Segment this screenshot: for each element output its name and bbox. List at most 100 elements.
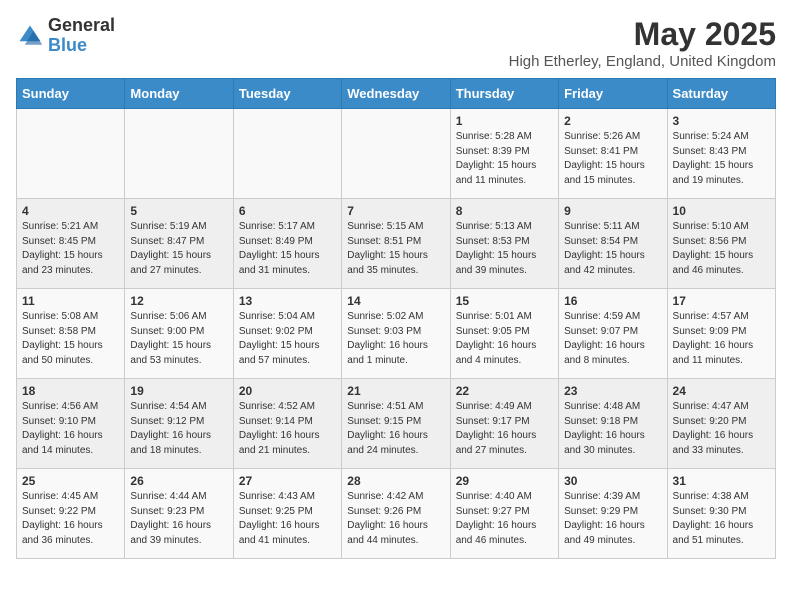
day-number: 13 <box>239 294 336 308</box>
calendar-cell: 5Sunrise: 5:19 AM Sunset: 8:47 PM Daylig… <box>125 199 233 289</box>
week-row-4: 25 Sunrise: 4:45 AM Sunset: 9:22 PM Dayli… <box>17 469 776 559</box>
calendar-cell: 21 Sunrise: 4:51 AM Sunset: 9:15 PM Dayli… <box>342 379 450 469</box>
calendar-cell: 3Sunrise: 5:24 AM Sunset: 8:43 PM Daylig… <box>667 109 775 199</box>
calendar-cell: 18 Sunrise: 4:56 AM Sunset: 9:10 PM Dayli… <box>17 379 125 469</box>
header-thursday: Thursday <box>450 79 558 109</box>
day-info: Sunrise: 4:51 AM Sunset: 9:15 PM Dayligh… <box>347 400 444 458</box>
calendar-cell: 17Sunrise: 4:57 AM Sunset: 9:09 PM Dayli… <box>667 289 775 379</box>
logo-general: General <box>48 15 115 35</box>
day-info: Sunrise: 5:11 AM Sunset: 8:54 PM Dayligh… <box>564 220 661 278</box>
day-info: Sunrise: 5:01 AM Sunset: 9:05 PM Dayligh… <box>456 310 553 368</box>
logo-text: General Blue <box>48 16 115 56</box>
calendar-cell: 9 Sunrise: 5:11 AM Sunset: 8:54 PM Daylig… <box>559 199 667 289</box>
header-monday: Monday <box>125 79 233 109</box>
day-number: 24 <box>673 384 770 398</box>
week-row-3: 18 Sunrise: 4:56 AM Sunset: 9:10 PM Dayli… <box>17 379 776 469</box>
day-info: Sunrise: 4:56 AM Sunset: 9:10 PM Dayligh… <box>22 400 119 458</box>
day-info: Sunrise: 5:28 AM Sunset: 8:39 PM Dayligh… <box>456 130 553 188</box>
day-info: Sunrise: 5:06 AM Sunset: 9:00 PM Dayligh… <box>130 310 227 368</box>
day-info: Sunrise: 5:26 AM Sunset: 8:41 PM Dayligh… <box>564 130 661 188</box>
day-info: Sunrise: 5:08 AM Sunset: 8:58 PM Dayligh… <box>22 310 119 368</box>
calendar-cell: 30 Sunrise: 4:39 AM Sunset: 9:29 PM Dayli… <box>559 469 667 559</box>
logo-icon <box>16 22 44 50</box>
title-area: May 2025 High Etherley, England, United … <box>509 16 776 70</box>
day-number: 19 <box>130 384 227 398</box>
day-info: Sunrise: 5:04 AM Sunset: 9:02 PM Dayligh… <box>239 310 336 368</box>
day-number: 2 <box>564 114 661 128</box>
day-number: 21 <box>347 384 444 398</box>
day-number: 11 <box>22 294 119 308</box>
day-info: Sunrise: 4:45 AM Sunset: 9:22 PM Dayligh… <box>22 490 119 548</box>
header-wednesday: Wednesday <box>342 79 450 109</box>
day-number: 31 <box>673 474 770 488</box>
calendar-cell: 4Sunrise: 5:21 AM Sunset: 8:45 PM Daylig… <box>17 199 125 289</box>
day-info: Sunrise: 4:39 AM Sunset: 9:29 PM Dayligh… <box>564 490 661 548</box>
day-info: Sunrise: 5:02 AM Sunset: 9:03 PM Dayligh… <box>347 310 444 368</box>
day-info: Sunrise: 4:47 AM Sunset: 9:20 PM Dayligh… <box>673 400 770 458</box>
calendar-cell: 6Sunrise: 5:17 AM Sunset: 8:49 PM Daylig… <box>233 199 341 289</box>
day-info: Sunrise: 4:43 AM Sunset: 9:25 PM Dayligh… <box>239 490 336 548</box>
day-number: 6 <box>239 204 336 218</box>
day-info: Sunrise: 4:52 AM Sunset: 9:14 PM Dayligh… <box>239 400 336 458</box>
day-number: 18 <box>22 384 119 398</box>
day-number: 9 <box>564 204 661 218</box>
calendar-cell: 14 Sunrise: 5:02 AM Sunset: 9:03 PM Dayli… <box>342 289 450 379</box>
calendar-cell <box>342 109 450 199</box>
header-saturday: Saturday <box>667 79 775 109</box>
day-number: 29 <box>456 474 553 488</box>
day-info: Sunrise: 4:38 AM Sunset: 9:30 PM Dayligh… <box>673 490 770 548</box>
calendar-cell <box>125 109 233 199</box>
logo-blue: Blue <box>48 35 87 55</box>
calendar-cell: 11 Sunrise: 5:08 AM Sunset: 8:58 PM Dayli… <box>17 289 125 379</box>
day-number: 27 <box>239 474 336 488</box>
calendar-cell: 29 Sunrise: 4:40 AM Sunset: 9:27 PM Dayli… <box>450 469 558 559</box>
day-number: 30 <box>564 474 661 488</box>
calendar-table: SundayMondayTuesdayWednesdayThursdayFrid… <box>16 78 776 559</box>
day-number: 10 <box>673 204 770 218</box>
calendar-cell <box>17 109 125 199</box>
calendar-cell: 23Sunrise: 4:48 AM Sunset: 9:18 PM Dayli… <box>559 379 667 469</box>
calendar-cell: 20 Sunrise: 4:52 AM Sunset: 9:14 PM Dayli… <box>233 379 341 469</box>
week-row-2: 11 Sunrise: 5:08 AM Sunset: 8:58 PM Dayli… <box>17 289 776 379</box>
week-row-1: 4Sunrise: 5:21 AM Sunset: 8:45 PM Daylig… <box>17 199 776 289</box>
day-info: Sunrise: 4:57 AM Sunset: 9:09 PM Dayligh… <box>673 310 770 368</box>
day-number: 14 <box>347 294 444 308</box>
logo: General Blue <box>16 16 115 56</box>
calendar-cell: 13 Sunrise: 5:04 AM Sunset: 9:02 PM Dayli… <box>233 289 341 379</box>
calendar-body: 1 Sunrise: 5:28 AM Sunset: 8:39 PM Daylig… <box>17 109 776 559</box>
day-number: 8 <box>456 204 553 218</box>
day-info: Sunrise: 5:15 AM Sunset: 8:51 PM Dayligh… <box>347 220 444 278</box>
day-number: 16 <box>564 294 661 308</box>
day-info: Sunrise: 4:54 AM Sunset: 9:12 PM Dayligh… <box>130 400 227 458</box>
calendar-cell <box>233 109 341 199</box>
day-number: 7 <box>347 204 444 218</box>
day-number: 1 <box>456 114 553 128</box>
day-number: 12 <box>130 294 227 308</box>
day-info: Sunrise: 4:48 AM Sunset: 9:18 PM Dayligh… <box>564 400 661 458</box>
day-number: 3 <box>673 114 770 128</box>
header-tuesday: Tuesday <box>233 79 341 109</box>
day-number: 15 <box>456 294 553 308</box>
calendar-cell: 15 Sunrise: 5:01 AM Sunset: 9:05 PM Dayli… <box>450 289 558 379</box>
day-info: Sunrise: 5:19 AM Sunset: 8:47 PM Dayligh… <box>130 220 227 278</box>
day-number: 25 <box>22 474 119 488</box>
day-number: 22 <box>456 384 553 398</box>
day-number: 20 <box>239 384 336 398</box>
day-info: Sunrise: 4:42 AM Sunset: 9:26 PM Dayligh… <box>347 490 444 548</box>
day-info: Sunrise: 4:44 AM Sunset: 9:23 PM Dayligh… <box>130 490 227 548</box>
calendar-cell: 19 Sunrise: 4:54 AM Sunset: 9:12 PM Dayli… <box>125 379 233 469</box>
day-number: 28 <box>347 474 444 488</box>
day-info: Sunrise: 5:13 AM Sunset: 8:53 PM Dayligh… <box>456 220 553 278</box>
main-title: May 2025 <box>509 16 776 53</box>
day-info: Sunrise: 4:49 AM Sunset: 9:17 PM Dayligh… <box>456 400 553 458</box>
calendar-cell: 8 Sunrise: 5:13 AM Sunset: 8:53 PM Daylig… <box>450 199 558 289</box>
calendar-cell: 16Sunrise: 4:59 AM Sunset: 9:07 PM Dayli… <box>559 289 667 379</box>
day-info: Sunrise: 5:21 AM Sunset: 8:45 PM Dayligh… <box>22 220 119 278</box>
calendar-cell: 28 Sunrise: 4:42 AM Sunset: 9:26 PM Dayli… <box>342 469 450 559</box>
day-info: Sunrise: 4:40 AM Sunset: 9:27 PM Dayligh… <box>456 490 553 548</box>
calendar-cell: 12 Sunrise: 5:06 AM Sunset: 9:00 PM Dayli… <box>125 289 233 379</box>
calendar-cell: 24 Sunrise: 4:47 AM Sunset: 9:20 PM Dayli… <box>667 379 775 469</box>
week-row-0: 1 Sunrise: 5:28 AM Sunset: 8:39 PM Daylig… <box>17 109 776 199</box>
day-info: Sunrise: 5:10 AM Sunset: 8:56 PM Dayligh… <box>673 220 770 278</box>
calendar-cell: 1 Sunrise: 5:28 AM Sunset: 8:39 PM Daylig… <box>450 109 558 199</box>
